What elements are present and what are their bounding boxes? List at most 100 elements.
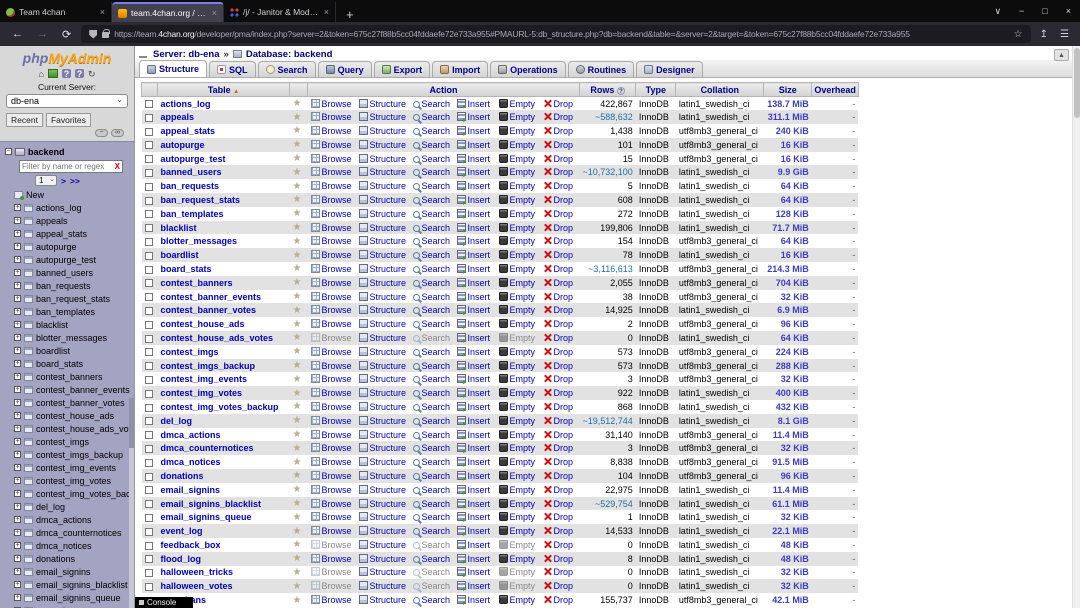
drop-link[interactable]: Drop [554,292,574,302]
expand-icon[interactable]: + [14,503,21,510]
row-checkbox[interactable] [144,500,153,509]
insert-link[interactable]: Insert [468,554,491,564]
favorite-star-icon[interactable]: ★ [293,139,302,150]
row-checkbox[interactable] [144,127,153,136]
favorite-star-icon[interactable]: ★ [293,153,302,164]
size-value[interactable]: 9.9 GiB [764,165,812,179]
tree-table-item[interactable]: + contest_banners [5,370,134,383]
row-checkbox[interactable] [144,141,153,150]
browse-link[interactable]: Browse [322,430,352,440]
row-checkbox[interactable] [144,348,153,357]
expand-icon[interactable]: + [14,321,21,328]
tree-table-item[interactable]: + blotter_messages [5,331,134,344]
search-link[interactable]: Search [422,319,451,329]
structure-link[interactable]: Structure [370,250,407,260]
expand-icon[interactable]: + [14,425,21,432]
tree-table-item[interactable]: + contest_img_votes [5,474,134,487]
size-value[interactable]: 64 KiB [764,193,812,207]
structure-link[interactable]: Structure [370,540,407,550]
drop-link[interactable]: Drop [554,126,574,136]
table-name[interactable]: boardlist [36,346,70,356]
browse-link[interactable]: Browse [322,567,352,577]
expand-icon[interactable]: + [14,334,21,341]
page-select[interactable]: 1 [35,175,57,186]
insert-link[interactable]: Insert [468,319,491,329]
expand-icon[interactable]: + [14,295,21,302]
favorite-star-icon[interactable]: ★ [293,277,302,288]
empty-link[interactable]: Empty [510,554,536,564]
drop-link[interactable]: Drop [554,209,574,219]
back-button[interactable]: ← [8,28,27,40]
favorite-star-icon[interactable]: ★ [293,498,302,509]
size-value[interactable]: 16 KiB [764,138,812,152]
browse-link[interactable]: Browse [322,526,352,536]
favorite-star-icon[interactable]: ★ [293,595,302,606]
drop-link[interactable]: Drop [554,595,574,605]
row-checkbox[interactable] [144,375,153,384]
size-value[interactable]: 32 KiB [764,372,812,386]
favorite-star-icon[interactable]: ★ [293,415,302,426]
row-checkbox[interactable] [144,403,153,412]
search-link[interactable]: Search [422,292,451,302]
structure-link[interactable]: Structure [370,181,407,191]
size-value[interactable]: 400 KiB [764,386,812,400]
empty-link[interactable]: Empty [510,223,536,233]
size-value[interactable]: 288 KiB [764,359,812,373]
drop-link[interactable]: Drop [554,154,574,164]
empty-link[interactable]: Empty [510,443,536,453]
tree-table-item[interactable]: + contest_banner_votes [5,396,134,409]
drop-link[interactable]: Drop [554,140,574,150]
console-bar[interactable]: Console [135,597,193,608]
search-link[interactable]: Search [422,374,451,384]
database-name[interactable]: backend [28,147,65,157]
pma-tab[interactable]: Designer [636,61,703,77]
size-value[interactable]: 8.1 GiB [764,414,812,428]
drop-link[interactable]: Drop [554,250,574,260]
drop-link[interactable]: Drop [554,471,574,481]
insert-link[interactable]: Insert [468,581,491,591]
drop-link[interactable]: Drop [554,99,574,109]
table-name[interactable]: ban_requests [36,281,91,291]
insert-link[interactable]: Insert [468,595,491,605]
structure-link[interactable]: Structure [370,126,407,136]
tree-table-item[interactable]: + contest_house_ads [5,409,134,422]
insert-link[interactable]: Insert [468,99,491,109]
row-checkbox[interactable] [144,306,153,315]
drop-link[interactable]: Drop [554,554,574,564]
drop-link[interactable]: Drop [554,443,574,453]
table-name-link[interactable]: contest_banner_events [161,292,262,302]
table-name-link[interactable]: appeal_stats [161,126,216,136]
search-link[interactable]: Search [422,236,451,246]
browse-link[interactable]: Browse [322,319,352,329]
pma-tab[interactable]: Query [317,61,372,77]
expand-icon[interactable]: + [14,438,21,445]
size-value[interactable]: 224 KiB [764,345,812,359]
tree-table-item[interactable]: + actions_log [5,201,134,214]
empty-link[interactable]: Empty [510,485,536,495]
browse-link[interactable]: Browse [322,512,352,522]
table-name[interactable]: dmca_counternotices [36,528,122,538]
home-icon[interactable]: ⌂ [39,69,44,79]
expand-icon[interactable]: + [14,581,21,588]
row-checkbox[interactable] [144,472,153,481]
empty-link[interactable]: Empty [510,126,536,136]
row-checkbox[interactable] [144,279,153,288]
drop-link[interactable]: Drop [554,319,574,329]
structure-link[interactable]: Structure [370,402,407,412]
search-link[interactable]: Search [422,471,451,481]
browse-link[interactable]: Browse [322,443,352,453]
table-name-link[interactable]: dmca_counternotices [161,443,254,453]
table-name-link[interactable]: contest_house_ads_votes [161,333,274,343]
insert-link[interactable]: Insert [468,167,491,177]
structure-link[interactable]: Structure [370,305,407,315]
maximize-button[interactable]: □ [1033,6,1056,16]
favorite-star-icon[interactable]: ★ [293,236,302,247]
size-value[interactable]: 91.5 MiB [764,455,812,469]
table-name-link[interactable]: actions_log [161,99,211,109]
size-value[interactable]: 6.9 MiB [764,303,812,317]
size-value[interactable]: 11.4 MiB [764,483,812,497]
empty-link[interactable]: Empty [510,333,536,343]
tree-table-item[interactable]: + contest_house_ads_votes [5,422,134,435]
browse-link[interactable]: Browse [322,485,352,495]
size-value[interactable]: 61.1 MiB [764,497,812,511]
